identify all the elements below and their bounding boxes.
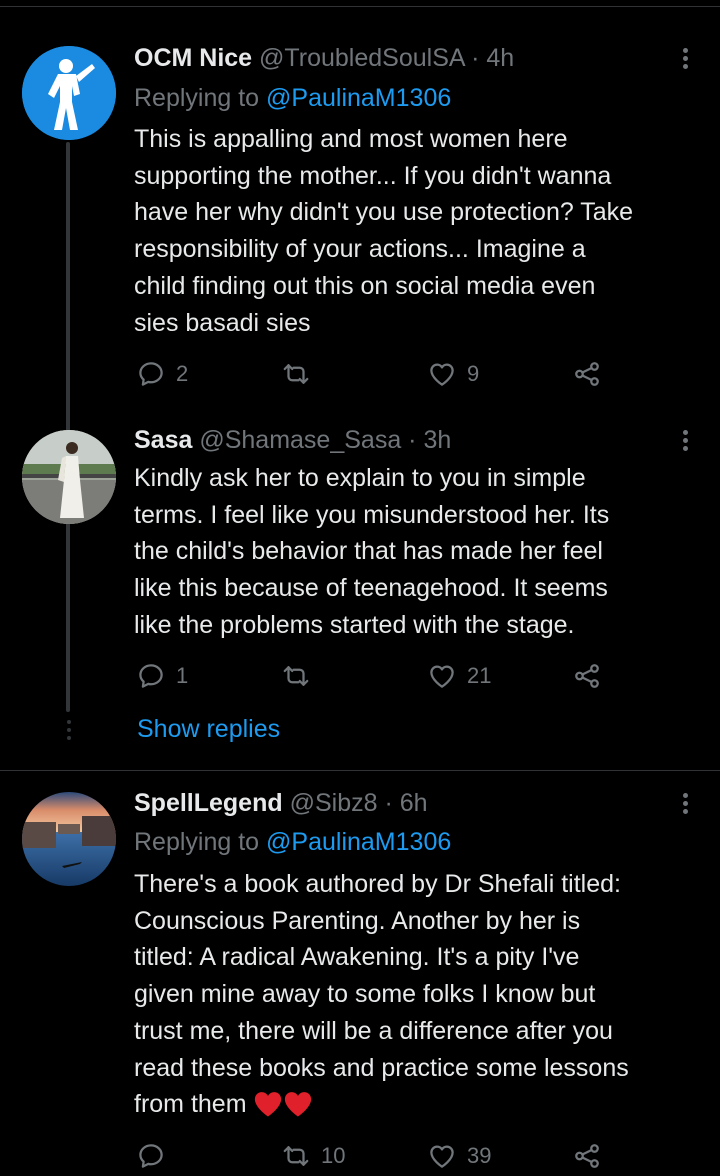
replying-to: Replying to @PaulinaM1306: [134, 82, 451, 114]
thread-dots: [66, 720, 72, 744]
reply-count: 2: [176, 361, 189, 386]
text-line: like this because of teenagehood. It see…: [134, 574, 608, 603]
share-icon: [575, 664, 599, 688]
display-name[interactable]: Sasa: [134, 426, 192, 454]
heart-icon: [430, 665, 454, 688]
timestamp[interactable]: 3h: [423, 426, 451, 454]
text-line: This is appalling and most women here: [134, 125, 568, 153]
text-line: have her why didn't you use protection? …: [134, 198, 634, 227]
handle[interactable]: @TroubledSoulSA: [259, 44, 464, 72]
separator: ·: [401, 426, 424, 454]
retweet-button[interactable]: [281, 656, 321, 696]
reply-button[interactable]: 1: [136, 656, 188, 696]
handle[interactable]: @Sibz8: [290, 789, 378, 817]
text-line-content: from them: [134, 1090, 247, 1119]
share-icon: [575, 1144, 599, 1168]
heart-icon: [430, 363, 454, 386]
red-heart-icon: [253, 1087, 283, 1124]
more-options-icon[interactable]: [676, 45, 694, 71]
text-line: Kindly ask her to explain to you in simp…: [134, 464, 586, 492]
more-options-icon[interactable]: [676, 427, 694, 453]
retweet-button[interactable]: [281, 354, 321, 394]
separator: ·: [464, 44, 487, 72]
red-heart-icon: [283, 1087, 313, 1124]
text-line: Counscious Parenting. Another by her is: [134, 906, 581, 935]
replying-to: Replying to @PaulinaM1306: [134, 826, 451, 858]
venice-photo-icon: [22, 792, 116, 886]
thread-line: [66, 142, 70, 712]
like-button[interactable]: 21: [427, 656, 491, 696]
text-line: from them: [134, 1086, 704, 1124]
retweet-icon: [283, 364, 309, 384]
text-line: given mine away to some folks I know but: [134, 980, 596, 1009]
like-button[interactable]: 39: [427, 1136, 491, 1176]
heart-icon: [430, 1145, 454, 1168]
avatar[interactable]: [22, 430, 116, 524]
reply-button[interactable]: 2: [136, 354, 188, 394]
tweet-text: There's a book authored by Dr Shefali ti…: [134, 866, 704, 1124]
separator: ·: [377, 789, 400, 817]
share-button[interactable]: [572, 1136, 602, 1176]
timestamp[interactable]: 4h: [486, 44, 514, 72]
share-button[interactable]: [572, 354, 602, 394]
action-bar: 2 9: [134, 354, 614, 394]
text-line: child finding out this on social media e…: [134, 271, 596, 300]
handle[interactable]: @Shamase_Sasa: [199, 426, 401, 454]
like-count: 9: [467, 361, 480, 386]
tweet-text: Kindly ask her to explain to you in simp…: [134, 460, 704, 644]
retweet-icon: [283, 1146, 309, 1166]
avatar[interactable]: [22, 46, 116, 140]
tweet-header: Sasa @Shamase_Sasa · 3h: [134, 424, 451, 456]
reply-icon: [139, 664, 163, 688]
profile-photo-icon: [22, 430, 116, 524]
replying-to-link[interactable]: @PaulinaM1306: [266, 828, 451, 856]
display-name[interactable]: OCM Nice: [134, 44, 252, 72]
share-button[interactable]: [572, 656, 602, 696]
action-bar: 10 39: [134, 1136, 614, 1176]
avatar[interactable]: [22, 792, 116, 886]
text-line: sies basadi sies: [134, 308, 311, 337]
like-count: 21: [467, 663, 492, 688]
tweet-header: SpellLegend @Sibz8 · 6h: [134, 787, 428, 819]
top-divider: [0, 0, 720, 7]
timestamp[interactable]: 6h: [400, 789, 428, 817]
action-bar: 1 21: [134, 656, 614, 696]
like-count: 39: [467, 1143, 492, 1168]
retweet-count: 10: [321, 1143, 346, 1168]
share-icon: [575, 362, 599, 386]
tweet-header: OCM Nice @TroubledSoulSA · 4h: [134, 42, 514, 74]
tweet-text: This is appalling and most women here su…: [134, 121, 704, 341]
reply-count: 1: [176, 663, 189, 688]
text-line: responsibility of your actions... Imagin…: [134, 235, 586, 264]
text-line: titled: A radical Awakening. It's a pity…: [134, 943, 580, 972]
text-line: the child's behavior that has made her f…: [134, 537, 603, 566]
text-line: terms. I feel like you misunderstood her…: [134, 500, 610, 529]
replying-to-label: Replying to: [134, 84, 267, 112]
divider: [0, 770, 720, 771]
retweet-button[interactable]: 10: [281, 1136, 345, 1176]
fortnite-figure-icon: [22, 46, 116, 140]
text-line: read these books and practice some lesso…: [134, 1053, 629, 1082]
display-name[interactable]: SpellLegend: [134, 789, 283, 817]
replying-to-label: Replying to: [134, 828, 267, 856]
reply-icon: [139, 362, 163, 386]
text-line: There's a book authored by Dr Shefali ti…: [134, 870, 621, 898]
show-replies-link[interactable]: Show replies: [137, 715, 280, 744]
reply-button[interactable]: [136, 1136, 176, 1176]
more-options-icon[interactable]: [676, 790, 694, 816]
text-line: supporting the mother... If you didn't w…: [134, 161, 612, 190]
like-button[interactable]: 9: [427, 354, 479, 394]
text-line: trust me, there will be a difference aft…: [134, 1016, 613, 1045]
replying-to-link[interactable]: @PaulinaM1306: [266, 84, 451, 112]
reply-icon: [139, 1144, 163, 1168]
retweet-icon: [283, 666, 309, 686]
text-line: like the problems started with the stage…: [134, 610, 575, 639]
